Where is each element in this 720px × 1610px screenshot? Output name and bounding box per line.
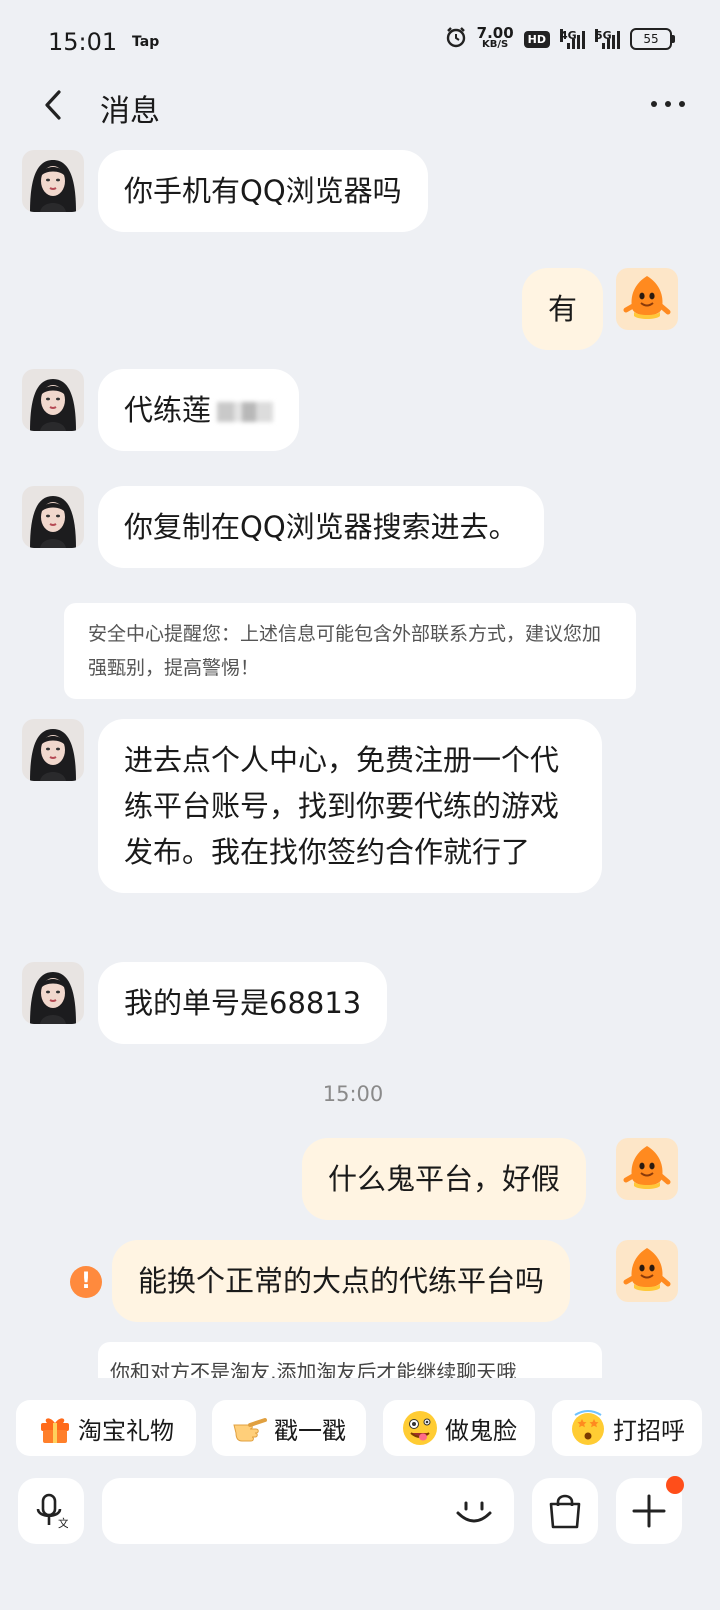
quick-reply-gift[interactable]: 淘宝礼物 xyxy=(16,1400,196,1456)
status-indicators: 7.00 KB/S HD 4G 5G 55 xyxy=(445,24,675,52)
quick-reply-label: 淘宝礼物 xyxy=(78,1416,174,1445)
quick-reply-poke[interactable]: 戳一戳 xyxy=(212,1400,366,1456)
message-bubble-received[interactable]: 我的单号是68813 xyxy=(98,962,388,1044)
quick-reply-label: 戳一戳 xyxy=(274,1416,346,1445)
page-title: 消息 xyxy=(100,94,160,129)
message-text: 代练莲 xyxy=(124,393,212,427)
quick-reply-label: 做鬼脸 xyxy=(445,1416,517,1445)
battery-icon: 55 xyxy=(630,28,675,50)
message-bubble-sent[interactable]: 什么鬼平台，好假 xyxy=(302,1138,587,1220)
send-failed-icon[interactable]: ! xyxy=(70,1266,102,1298)
network-1-label: 4G xyxy=(560,29,577,42)
message-bubble-received[interactable]: 你复制在QQ浏览器搜索进去。 xyxy=(98,486,544,568)
plus-icon xyxy=(632,1494,666,1528)
smiley-icon xyxy=(456,1501,492,1523)
chat-timestamp: 15:00 xyxy=(322,1082,384,1106)
status-time: 15:01 xyxy=(48,28,118,56)
microphone-icon: 文 xyxy=(36,1493,68,1530)
back-button[interactable] xyxy=(30,82,76,128)
my-avatar[interactable] xyxy=(616,1240,678,1302)
silly-face-icon xyxy=(401,1409,439,1447)
speed-unit: KB/S xyxy=(482,39,509,50)
svg-text:文: 文 xyxy=(58,1516,68,1530)
more-options-button[interactable] xyxy=(640,84,696,124)
alarm-icon xyxy=(445,26,467,52)
shopping-bag-button[interactable] xyxy=(532,1478,598,1544)
contact-avatar[interactable] xyxy=(22,962,84,1024)
speed-value: 7.00 xyxy=(476,24,514,42)
signal-4g-icon: 4G xyxy=(560,29,585,49)
notification-dot xyxy=(666,1476,684,1494)
contact-avatar[interactable] xyxy=(22,486,84,548)
shopping-bag-icon xyxy=(549,1494,581,1529)
message-bubble-received[interactable]: 进去点个人中心，免费注册一个代练平台账号，找到你要代练的游戏发布。我在找你签约合… xyxy=(98,719,602,893)
message-bubble-sent[interactable]: 有 xyxy=(522,268,604,350)
emoji-button[interactable] xyxy=(446,1488,502,1536)
security-notice: 安全中心提醒您：上述信息可能包含外部联系方式，建议您加强甄别，提高警惕！ xyxy=(64,603,636,699)
chevron-left-icon xyxy=(45,90,61,120)
blurred-content xyxy=(217,402,274,422)
network-2-label: 5G xyxy=(595,29,612,42)
app-tag: Tap xyxy=(132,34,160,50)
starstruck-face-icon xyxy=(569,1409,607,1447)
pointing-hand-icon xyxy=(232,1411,268,1445)
message-bubble-received[interactable]: 你手机有QQ浏览器吗 xyxy=(98,150,428,232)
contact-avatar[interactable] xyxy=(22,369,84,431)
hd-badge: HD xyxy=(523,30,550,48)
voice-input-button[interactable]: 文 xyxy=(18,1478,84,1544)
more-dots-icon xyxy=(651,101,657,107)
signal-5g-icon: 5G xyxy=(595,29,620,49)
message-bubble-received[interactable]: 代练莲 xyxy=(98,369,300,451)
quick-reply-label: 打招呼 xyxy=(613,1416,685,1445)
contact-avatar[interactable] xyxy=(22,150,84,212)
quick-reply-silly-face[interactable]: 做鬼脸 xyxy=(383,1400,535,1456)
network-speed: 7.00 KB/S xyxy=(476,24,514,51)
gift-icon xyxy=(38,1411,72,1445)
not-friend-notice: 你和对方不是淘友,添加淘友后才能继续聊天哦 xyxy=(98,1342,602,1378)
message-bubble-sent-failed[interactable]: 能换个正常的大点的代练平台吗 xyxy=(112,1240,571,1322)
my-avatar[interactable] xyxy=(616,1138,678,1200)
quick-reply-greet[interactable]: 打招呼 xyxy=(552,1400,702,1456)
my-avatar[interactable] xyxy=(616,268,678,330)
contact-avatar[interactable] xyxy=(22,719,84,781)
